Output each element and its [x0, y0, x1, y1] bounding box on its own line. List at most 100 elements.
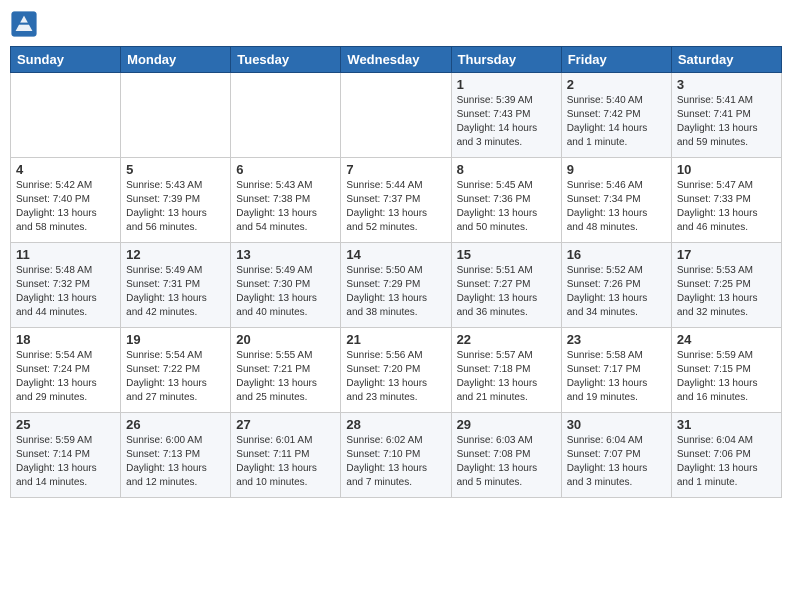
day-cell: 11Sunrise: 5:48 AM Sunset: 7:32 PM Dayli… [11, 243, 121, 328]
day-number: 3 [677, 77, 776, 92]
calendar-table: SundayMondayTuesdayWednesdayThursdayFrid… [10, 46, 782, 498]
day-number: 17 [677, 247, 776, 262]
day-number: 28 [346, 417, 445, 432]
day-cell: 1Sunrise: 5:39 AM Sunset: 7:43 PM Daylig… [451, 73, 561, 158]
day-info: Sunrise: 5:42 AM Sunset: 7:40 PM Dayligh… [16, 179, 115, 235]
day-info: Sunrise: 5:45 AM Sunset: 7:36 PM Dayligh… [457, 179, 556, 235]
calendar-header: SundayMondayTuesdayWednesdayThursdayFrid… [11, 47, 782, 73]
day-info: Sunrise: 5:52 AM Sunset: 7:26 PM Dayligh… [567, 264, 666, 320]
day-number: 12 [126, 247, 225, 262]
day-info: Sunrise: 6:04 AM Sunset: 7:06 PM Dayligh… [677, 434, 776, 490]
day-number: 5 [126, 162, 225, 177]
day-cell: 4 Sunrise: 5:42 AM Sunset: 7:40 PM Daylig… [11, 158, 121, 243]
day-info: Sunrise: 5:59 AM Sunset: 7:15 PM Dayligh… [677, 349, 776, 405]
day-cell: 16 Sunrise: 5:52 AM Sunset: 7:26 PM Dayli… [561, 243, 671, 328]
day-number: 22 [457, 332, 556, 347]
day-cell: 31 Sunrise: 6:04 AM Sunset: 7:06 PM Dayli… [671, 413, 781, 498]
header-cell-friday: Friday [561, 47, 671, 73]
day-number: 7 [346, 162, 445, 177]
day-cell [11, 73, 121, 158]
day-number: 4 [16, 162, 115, 177]
day-info: Sunrise: 5:39 AM Sunset: 7:43 PM Dayligh… [457, 94, 556, 150]
day-info: Sunrise: 5:49 AM Sunset: 7:30 PM Dayligh… [236, 264, 335, 320]
day-number: 16 [567, 247, 666, 262]
day-info: Sunrise: 5:41 AM Sunset: 7:41 PM Dayligh… [677, 94, 776, 150]
day-info: Sunrise: 5:44 AM Sunset: 7:37 PM Dayligh… [346, 179, 445, 235]
day-info: Sunrise: 5:48 AM Sunset: 7:32 PM Dayligh… [16, 264, 115, 320]
header-cell-tuesday: Tuesday [231, 47, 341, 73]
day-cell: 9 Sunrise: 5:46 AM Sunset: 7:34 PM Daylig… [561, 158, 671, 243]
day-info: Sunrise: 5:56 AM Sunset: 7:20 PM Dayligh… [346, 349, 445, 405]
day-info: Sunrise: 6:01 AM Sunset: 7:11 PM Dayligh… [236, 434, 335, 490]
day-info: Sunrise: 5:40 AM Sunset: 7:42 PM Dayligh… [567, 94, 666, 150]
day-number: 6 [236, 162, 335, 177]
week-row-3: 11Sunrise: 5:48 AM Sunset: 7:32 PM Dayli… [11, 243, 782, 328]
day-number: 23 [567, 332, 666, 347]
day-cell: 21 Sunrise: 5:56 AM Sunset: 7:20 PM Dayli… [341, 328, 451, 413]
week-row-4: 18 Sunrise: 5:54 AM Sunset: 7:24 PM Dayli… [11, 328, 782, 413]
header-cell-saturday: Saturday [671, 47, 781, 73]
header-cell-sunday: Sunday [11, 47, 121, 73]
day-number: 8 [457, 162, 556, 177]
day-cell: 15 Sunrise: 5:51 AM Sunset: 7:27 PM Dayli… [451, 243, 561, 328]
day-cell: 3 Sunrise: 5:41 AM Sunset: 7:41 PM Daylig… [671, 73, 781, 158]
day-info: Sunrise: 5:57 AM Sunset: 7:18 PM Dayligh… [457, 349, 556, 405]
day-cell: 22 Sunrise: 5:57 AM Sunset: 7:18 PM Dayli… [451, 328, 561, 413]
day-info: Sunrise: 5:55 AM Sunset: 7:21 PM Dayligh… [236, 349, 335, 405]
day-number: 24 [677, 332, 776, 347]
day-info: Sunrise: 5:53 AM Sunset: 7:25 PM Dayligh… [677, 264, 776, 320]
day-info: Sunrise: 6:00 AM Sunset: 7:13 PM Dayligh… [126, 434, 225, 490]
day-info: Sunrise: 5:49 AM Sunset: 7:31 PM Dayligh… [126, 264, 225, 320]
day-cell: 18 Sunrise: 5:54 AM Sunset: 7:24 PM Dayli… [11, 328, 121, 413]
logo [10, 10, 40, 38]
day-number: 21 [346, 332, 445, 347]
day-info: Sunrise: 6:04 AM Sunset: 7:07 PM Dayligh… [567, 434, 666, 490]
calendar-body: 1Sunrise: 5:39 AM Sunset: 7:43 PM Daylig… [11, 73, 782, 498]
day-cell: 26Sunrise: 6:00 AM Sunset: 7:13 PM Dayli… [121, 413, 231, 498]
day-cell: 30 Sunrise: 6:04 AM Sunset: 7:07 PM Dayli… [561, 413, 671, 498]
day-info: Sunrise: 5:47 AM Sunset: 7:33 PM Dayligh… [677, 179, 776, 235]
day-cell: 5 Sunrise: 5:43 AM Sunset: 7:39 PM Daylig… [121, 158, 231, 243]
day-info: Sunrise: 5:43 AM Sunset: 7:39 PM Dayligh… [126, 179, 225, 235]
day-info: Sunrise: 5:50 AM Sunset: 7:29 PM Dayligh… [346, 264, 445, 320]
day-cell: 10 Sunrise: 5:47 AM Sunset: 7:33 PM Dayli… [671, 158, 781, 243]
day-cell: 12 Sunrise: 5:49 AM Sunset: 7:31 PM Dayli… [121, 243, 231, 328]
day-cell [231, 73, 341, 158]
day-number: 15 [457, 247, 556, 262]
day-number: 9 [567, 162, 666, 177]
day-info: Sunrise: 5:51 AM Sunset: 7:27 PM Dayligh… [457, 264, 556, 320]
day-info: Sunrise: 5:46 AM Sunset: 7:34 PM Dayligh… [567, 179, 666, 235]
day-info: Sunrise: 5:54 AM Sunset: 7:22 PM Dayligh… [126, 349, 225, 405]
day-info: Sunrise: 5:54 AM Sunset: 7:24 PM Dayligh… [16, 349, 115, 405]
header-cell-wednesday: Wednesday [341, 47, 451, 73]
day-number: 20 [236, 332, 335, 347]
day-number: 2 [567, 77, 666, 92]
day-cell: 28 Sunrise: 6:02 AM Sunset: 7:10 PM Dayli… [341, 413, 451, 498]
day-cell: 14 Sunrise: 5:50 AM Sunset: 7:29 PM Dayli… [341, 243, 451, 328]
day-cell: 25 Sunrise: 5:59 AM Sunset: 7:14 PM Dayli… [11, 413, 121, 498]
header-cell-monday: Monday [121, 47, 231, 73]
day-number: 18 [16, 332, 115, 347]
day-number: 27 [236, 417, 335, 432]
day-cell: 27 Sunrise: 6:01 AM Sunset: 7:11 PM Dayli… [231, 413, 341, 498]
day-cell: 24 Sunrise: 5:59 AM Sunset: 7:15 PM Dayli… [671, 328, 781, 413]
day-info: Sunrise: 6:03 AM Sunset: 7:08 PM Dayligh… [457, 434, 556, 490]
day-info: Sunrise: 5:58 AM Sunset: 7:17 PM Dayligh… [567, 349, 666, 405]
day-cell: 29Sunrise: 6:03 AM Sunset: 7:08 PM Dayli… [451, 413, 561, 498]
day-cell: 8 Sunrise: 5:45 AM Sunset: 7:36 PM Daylig… [451, 158, 561, 243]
day-number: 13 [236, 247, 335, 262]
day-info: Sunrise: 6:02 AM Sunset: 7:10 PM Dayligh… [346, 434, 445, 490]
day-number: 10 [677, 162, 776, 177]
logo-icon [10, 10, 38, 38]
day-number: 30 [567, 417, 666, 432]
day-cell: 19 Sunrise: 5:54 AM Sunset: 7:22 PM Dayli… [121, 328, 231, 413]
day-number: 31 [677, 417, 776, 432]
day-cell: 20 Sunrise: 5:55 AM Sunset: 7:21 PM Dayli… [231, 328, 341, 413]
day-number: 25 [16, 417, 115, 432]
day-info: Sunrise: 5:59 AM Sunset: 7:14 PM Dayligh… [16, 434, 115, 490]
day-cell [341, 73, 451, 158]
day-cell: 23 Sunrise: 5:58 AM Sunset: 7:17 PM Dayli… [561, 328, 671, 413]
day-number: 14 [346, 247, 445, 262]
day-number: 19 [126, 332, 225, 347]
day-cell [121, 73, 231, 158]
